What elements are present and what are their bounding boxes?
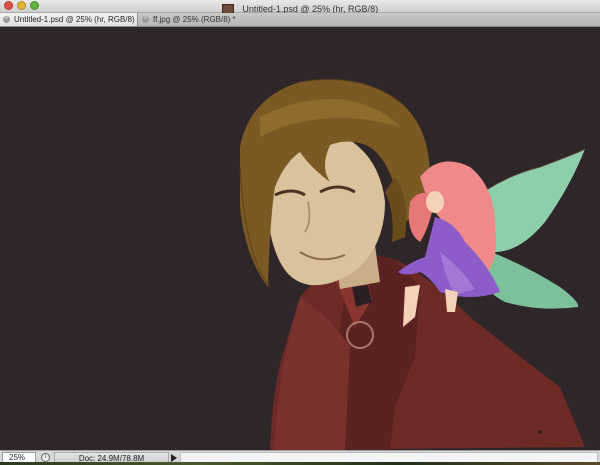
close-icon[interactable]: ×: [3, 16, 10, 23]
photoshop-document-window: Untitled-1.psd @ 25% (hr, RGB/8) × Untit…: [0, 0, 600, 465]
tab-ff-jpg[interactable]: × ff.jpg @ 25% (RGB/8) *: [139, 13, 299, 26]
triangle-right-icon[interactable]: [171, 454, 177, 462]
window-title-group: Untitled-1.psd @ 25% (hr, RGB/8): [0, 0, 600, 14]
tab-label: ff.jpg @ 25% (RGB/8) *: [153, 15, 236, 24]
artwork-illustration: [0, 27, 600, 450]
info-icon[interactable]: i: [41, 453, 50, 462]
close-icon[interactable]: ×: [142, 16, 149, 23]
document-canvas[interactable]: [0, 27, 600, 450]
document-tab-bar: × Untitled-1.psd @ 25% (hr, RGB/8) × ff.…: [0, 13, 600, 27]
tab-label: Untitled-1.psd @ 25% (hr, RGB/8): [14, 15, 135, 24]
title-bar: Untitled-1.psd @ 25% (hr, RGB/8): [0, 0, 600, 14]
tab-untitled-1[interactable]: × Untitled-1.psd @ 25% (hr, RGB/8): [0, 13, 138, 26]
